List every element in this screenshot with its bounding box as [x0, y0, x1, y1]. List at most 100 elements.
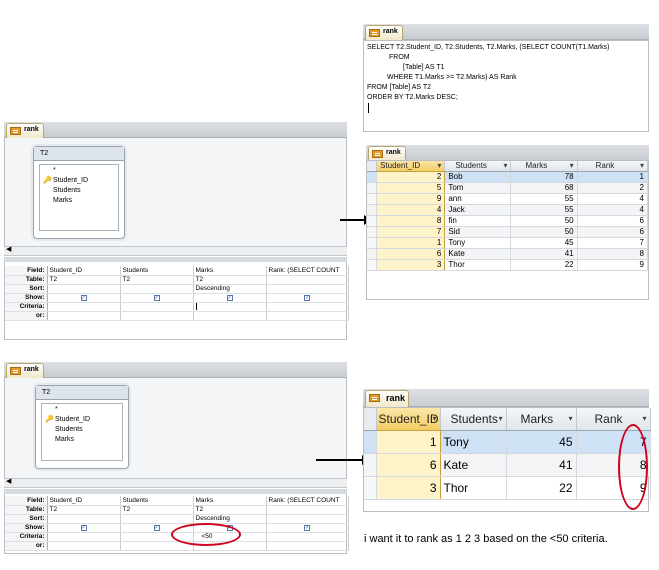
- sort-cell[interactable]: [266, 514, 349, 524]
- cell-student-id[interactable]: 1: [376, 430, 441, 454]
- row-selector[interactable]: [364, 430, 377, 454]
- cell-student-id[interactable]: 6: [376, 453, 441, 477]
- dropdown-arrow-icon[interactable]: ▾: [642, 408, 646, 430]
- col-header-rank[interactable]: Rank ▾: [577, 161, 649, 172]
- cell-students[interactable]: Tony: [440, 430, 507, 454]
- row-selector[interactable]: [367, 237, 378, 249]
- cell-marks[interactable]: 55: [510, 204, 578, 216]
- cell-students[interactable]: Sid: [444, 226, 512, 238]
- field-cell[interactable]: Marks: [193, 496, 267, 506]
- cell-students[interactable]: ann: [444, 193, 512, 205]
- row-selector[interactable]: [367, 171, 378, 183]
- col-header-students[interactable]: Students ▾: [444, 161, 512, 172]
- field-students[interactable]: Students: [55, 425, 122, 435]
- cell-student-id[interactable]: 7: [376, 226, 446, 238]
- cell-students[interactable]: Kate: [440, 453, 507, 477]
- cell-rank[interactable]: 6: [577, 215, 649, 227]
- dropdown-arrow-icon[interactable]: ▾: [432, 408, 436, 430]
- table-t2-box[interactable]: T2 * 🔑 Student_ID Students Marks: [35, 385, 129, 469]
- field-cell[interactable]: Student_ID: [47, 266, 121, 276]
- col-header-student-id[interactable]: Student_ID ▾: [376, 161, 446, 172]
- tab-rank-design1[interactable]: rank: [6, 123, 44, 138]
- table-row[interactable]: 7 Sid 50 6: [367, 226, 649, 238]
- sort-cell[interactable]: [120, 514, 194, 524]
- table-cell[interactable]: T2: [120, 505, 194, 515]
- field-cell[interactable]: Rank: (SELECT COUNT: [266, 496, 349, 506]
- cell-student-id[interactable]: 5: [376, 182, 446, 194]
- show-checkbox[interactable]: ✓: [153, 525, 160, 531]
- row-selector[interactable]: [367, 215, 378, 227]
- row-selector[interactable]: [367, 248, 378, 260]
- cell-students[interactable]: Jack: [444, 204, 512, 216]
- col-header-students[interactable]: Students ▾: [440, 408, 507, 431]
- or-cell[interactable]: [120, 311, 194, 321]
- criteria-cell[interactable]: [120, 302, 194, 312]
- table-row[interactable]: 2 Bob 78 1: [367, 171, 649, 183]
- table-row[interactable]: 1 Tony 45 7: [364, 430, 651, 454]
- dropdown-arrow-icon[interactable]: ▾: [503, 161, 507, 171]
- field-cell[interactable]: Rank: (SELECT COUNT: [266, 266, 349, 276]
- cell-students[interactable]: Tony: [444, 237, 512, 249]
- cell-marks[interactable]: 78: [510, 171, 578, 183]
- col-header-marks[interactable]: Marks ▾: [510, 161, 578, 172]
- or-cell[interactable]: [47, 311, 121, 321]
- cell-marks[interactable]: 41: [506, 453, 577, 477]
- row-selector-header[interactable]: [367, 161, 378, 172]
- row-selector[interactable]: [367, 193, 378, 205]
- cell-rank[interactable]: 1: [577, 171, 649, 183]
- field-cell[interactable]: Students: [120, 496, 194, 506]
- row-selector[interactable]: [364, 476, 377, 500]
- cell-student-id[interactable]: 9: [376, 193, 446, 205]
- cell-student-id[interactable]: 3: [376, 476, 441, 500]
- row-selector-header[interactable]: [364, 408, 377, 431]
- cell-students[interactable]: Bob: [444, 171, 512, 183]
- criteria-cell[interactable]: [47, 302, 121, 312]
- cell-rank[interactable]: 4: [577, 204, 649, 216]
- tab-rank-sql[interactable]: rank: [365, 25, 403, 40]
- sort-cell[interactable]: [266, 284, 349, 294]
- show-checkbox[interactable]: ✓: [226, 295, 233, 301]
- cell-student-id[interactable]: 2: [376, 171, 446, 183]
- tab-rank-design2[interactable]: rank: [6, 363, 44, 378]
- sort-cell[interactable]: Descending: [193, 284, 267, 294]
- show-checkbox[interactable]: ✓: [153, 295, 160, 301]
- cell-rank[interactable]: 6: [577, 226, 649, 238]
- sql-editor[interactable]: SELECT T2.Student_ID, T2.Students, T2.Ma…: [363, 40, 649, 132]
- cell-student-id[interactable]: 4: [376, 204, 446, 216]
- design2-hscroll[interactable]: ◀: [4, 478, 347, 488]
- table-row[interactable]: 6 Kate 41 8: [364, 453, 651, 477]
- or-cell[interactable]: [266, 311, 349, 321]
- scroll-left-icon[interactable]: ◀: [6, 477, 11, 485]
- dropdown-arrow-icon[interactable]: ▾: [570, 161, 574, 171]
- criteria-cell-marks[interactable]: [193, 302, 267, 312]
- field-all[interactable]: *: [55, 405, 122, 415]
- table-row[interactable]: 3 Thor 22 9: [367, 259, 649, 271]
- table-row[interactable]: 1 Tony 45 7: [367, 237, 649, 249]
- table-cell[interactable]: T2: [47, 275, 121, 285]
- scroll-left-icon[interactable]: ◀: [6, 245, 11, 253]
- sort-cell[interactable]: [120, 284, 194, 294]
- cell-marks[interactable]: 41: [510, 248, 578, 260]
- col-header-marks[interactable]: Marks ▾: [506, 408, 577, 431]
- or-cell[interactable]: [266, 541, 349, 551]
- criteria-cell[interactable]: [47, 532, 121, 542]
- table-cell[interactable]: [266, 505, 349, 515]
- cell-marks[interactable]: 68: [510, 182, 578, 194]
- sort-cell[interactable]: [47, 514, 121, 524]
- table-t2-box[interactable]: T2 * 🔑 Student_ID Students Marks: [33, 146, 125, 239]
- table-cell[interactable]: T2: [120, 275, 194, 285]
- sort-cell[interactable]: Descending: [193, 514, 267, 524]
- dropdown-arrow-icon[interactable]: ▾: [640, 161, 644, 171]
- cell-marks[interactable]: 50: [510, 215, 578, 227]
- field-cell[interactable]: Students: [120, 266, 194, 276]
- table-row[interactable]: 3 Thor 22 9: [364, 476, 651, 500]
- cell-marks[interactable]: 55: [510, 193, 578, 205]
- cell-students[interactable]: Thor: [440, 476, 507, 500]
- col-header-student-id[interactable]: Student_ID ▾: [376, 408, 441, 431]
- cell-rank[interactable]: 9: [577, 259, 649, 271]
- table-cell[interactable]: T2: [47, 505, 121, 515]
- field-students[interactable]: Students: [53, 186, 118, 196]
- criteria-cell[interactable]: [266, 532, 349, 542]
- row-selector[interactable]: [367, 226, 378, 238]
- cell-students[interactable]: Thor: [444, 259, 512, 271]
